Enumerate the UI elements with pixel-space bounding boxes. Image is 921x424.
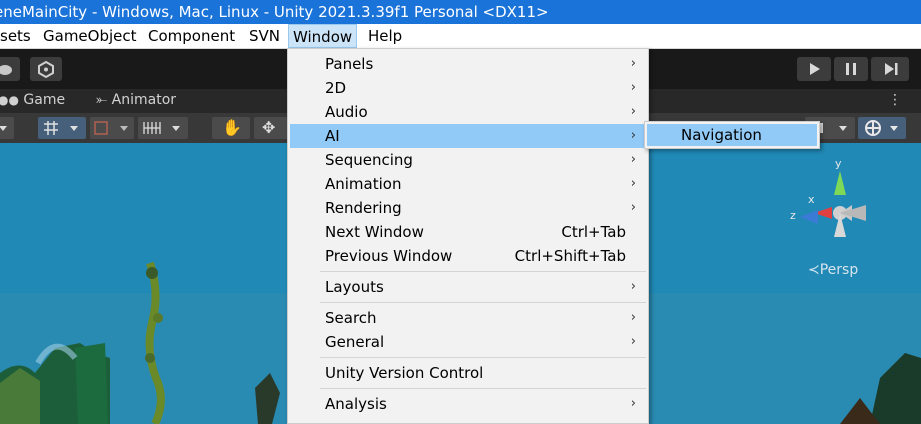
ruler-button[interactable] [138,117,188,139]
menu-separator [320,388,646,389]
menu-item-label: Rendering [325,199,402,217]
chevron-right-icon: › [630,128,636,143]
menu-assets[interactable]: sets [0,24,31,48]
menu-separator [320,357,646,358]
projection-label[interactable]: ≺Persp [808,262,858,278]
menu-item-label: AI [325,127,340,145]
window-title-bar: eneMainCity - Windows, Mac, Linux - Unit… [0,0,921,24]
ruler-icon [143,122,180,134]
gizmo-x-label: x [808,193,815,206]
menu-item-label: Search [325,309,377,327]
projection-text: Persp [819,262,859,278]
menu-item-next-window[interactable]: Next Window Ctrl+Tab [290,220,646,244]
menu-item-search[interactable]: Search › [290,306,646,330]
hand-tool-button[interactable]: ✋ [212,117,250,139]
gamepad-icon: ●● [0,93,19,107]
menu-component[interactable]: Component [148,24,235,48]
hexagon-icon [38,60,54,79]
menu-item-label: Panels [325,55,374,73]
tab-animator-label: Animator [111,92,177,108]
menu-item-label: Audio [325,103,368,121]
chevron-down-icon [0,126,7,131]
menu-item-shortcut: Ctrl+Shift+Tab [514,247,626,265]
grid-snap-button[interactable] [38,117,86,139]
chevron-right-icon: › [630,104,636,119]
menu-item-label: Unity Version Control [325,364,484,382]
menu-item-ai[interactable]: AI › [290,124,646,148]
cloud-icon [0,65,12,75]
menu-item-shortcut: Ctrl+Tab [561,223,626,241]
chevron-right-icon: › [630,152,636,167]
menu-item-label: 2D [325,79,347,97]
menu-gameobject[interactable]: GameObject [43,24,137,48]
cloud-button[interactable] [0,57,20,81]
gizmo-y-label: y [835,157,842,170]
chevron-right-icon: › [630,334,636,349]
menu-separator [320,271,646,272]
menu-item-label: Next Window [325,223,424,241]
menu-svn[interactable]: SVN [249,24,280,48]
chevron-right-icon: › [630,56,636,71]
menu-item-audio[interactable]: Audio › [290,100,646,124]
menu-window[interactable]: Window [288,24,358,48]
chevron-right-icon: › [630,80,636,95]
orientation-gizmo[interactable]: y x z [788,155,888,250]
gizmo-z-label: z [790,209,796,222]
chevron-right-icon: › [630,396,636,411]
chevron-right-icon: › [630,200,636,215]
grid-snap-icon [44,121,78,135]
menu-separator [320,302,646,303]
move-tool-button[interactable]: ✥ [254,117,288,139]
animator-icon: ⤜ [96,92,108,108]
menu-item-layouts[interactable]: Layouts › [290,275,646,299]
step-icon [885,63,898,75]
menu-item-previous-window[interactable]: Previous Window Ctrl+Shift+Tab [290,244,646,268]
gizmo-globe-icon [865,120,898,136]
persp-chevron-icon: ≺ [808,262,820,278]
tab-game[interactable]: ●● Game [0,89,65,113]
play-icon [810,63,820,75]
menu-item-panels[interactable]: Panels › [290,52,646,76]
step-button[interactable] [871,57,909,81]
tab-animator[interactable]: ⤜ Animator [96,89,176,113]
menu-item-label: Previous Window [325,247,453,265]
menu-help[interactable]: Help [368,24,402,48]
chevron-right-icon: › [630,279,636,294]
menu-item-analysis[interactable]: Analysis › [290,392,646,416]
menu-item-general[interactable]: General › [290,330,646,354]
menu-item-2d[interactable]: 2D › [290,76,646,100]
menu-item-label: Layouts [325,278,384,296]
menu-item-sequencing[interactable]: Sequencing › [290,148,646,172]
hand-icon: ✋ [222,118,242,137]
chevron-right-icon: › [630,310,636,325]
menu-item-label: Sequencing [325,151,413,169]
menu-item-label: Analysis [325,395,387,413]
pause-button[interactable] [834,57,868,81]
menu-bar: sets GameObject Component SVN Window Hel… [0,24,921,49]
move-icon: ✥ [262,118,276,137]
window-menu: Panels › 2D › Audio › AI › Sequencing › … [287,48,649,424]
tab-game-label: Game [23,92,66,108]
ai-submenu: Navigation [644,121,820,149]
increment-snap-icon [94,121,128,135]
increment-snap-button[interactable] [90,117,134,139]
collab-button[interactable] [30,57,62,81]
menu-item-label: Animation [325,175,402,193]
menu-item-label: General [325,333,385,351]
chevron-right-icon: › [630,176,636,191]
menu-item-label: Navigation [681,126,762,144]
menu-item-unity-version-control[interactable]: Unity Version Control [290,361,646,385]
more-options-icon[interactable]: ⋮ [888,91,902,109]
pause-icon [846,63,856,75]
play-button[interactable] [797,57,831,81]
menu-item-animation[interactable]: Animation › [290,172,646,196]
window-title: eneMainCity - Windows, Mac, Linux - Unit… [0,3,549,21]
menu-item-rendering[interactable]: Rendering › [290,196,646,220]
menu-item-navigation[interactable]: Navigation [647,124,817,146]
tool-dropdown-left[interactable] [0,117,14,139]
gizmos-button[interactable] [858,117,906,139]
